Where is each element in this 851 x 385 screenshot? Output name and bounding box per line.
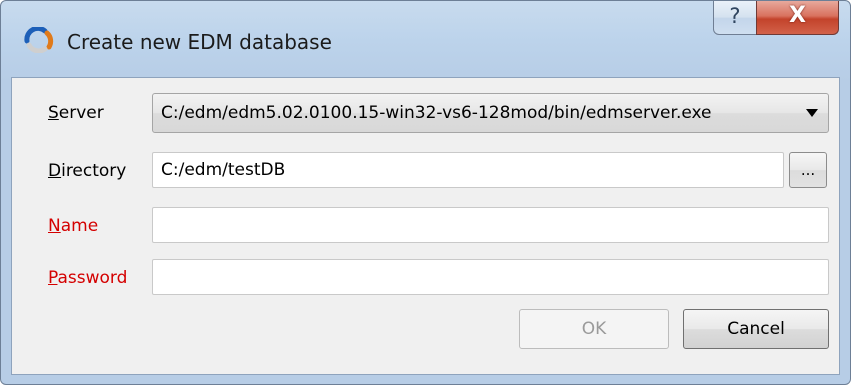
server-label: Server (48, 103, 104, 123)
title-bar[interactable]: Create new EDM database ? X (1, 1, 850, 79)
browse-directory-button[interactable]: ... (789, 152, 827, 188)
server-select[interactable]: C:/edm/edm5.02.0100.15-win32-vs6-128mod/… (152, 93, 829, 133)
name-label: Name (48, 216, 99, 236)
dialog-window: Create new EDM database ? X Server C:/ed… (0, 0, 851, 385)
chevron-down-icon (806, 109, 818, 117)
cancel-button[interactable]: Cancel (683, 309, 829, 349)
dialog-title: Create new EDM database (67, 30, 332, 54)
password-label: Password (48, 268, 128, 288)
edm-app-icon (23, 25, 57, 54)
directory-input[interactable] (152, 152, 784, 188)
server-selected-value: C:/edm/edm5.02.0100.15-win32-vs6-128mod/… (161, 103, 712, 123)
help-button[interactable]: ? (713, 1, 757, 35)
ok-button[interactable]: OK (519, 309, 669, 349)
name-input[interactable] (152, 207, 829, 243)
directory-label: Directory (48, 161, 127, 181)
password-input[interactable] (152, 259, 829, 295)
dialog-body: Server C:/edm/edm5.02.0100.15-win32-vs6-… (11, 77, 840, 375)
close-button[interactable]: X (756, 1, 839, 35)
